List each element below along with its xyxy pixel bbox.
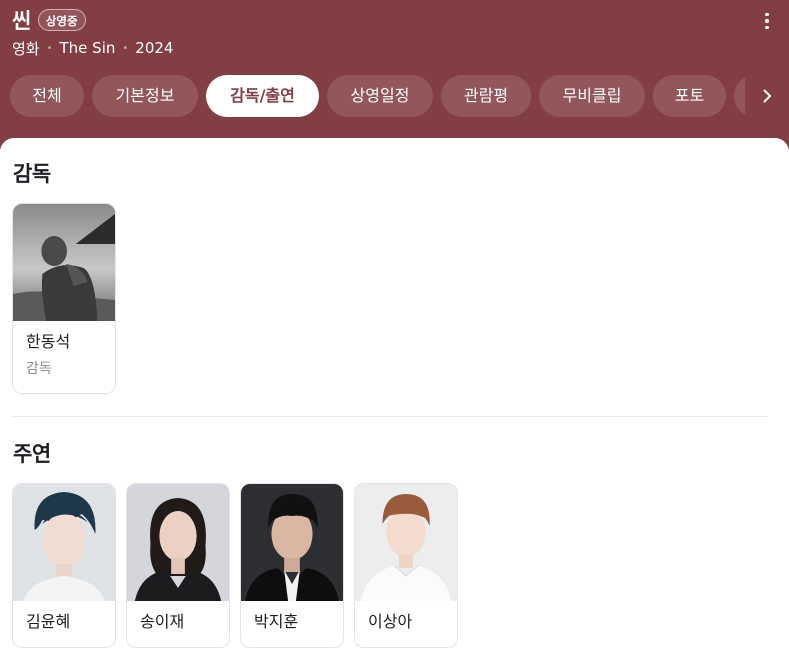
cast-section-title: 주연 <box>13 442 51 466</box>
person-card[interactable]: 박지훈 <box>240 483 344 648</box>
cast-photo <box>355 484 457 601</box>
movie-title: 씬 <box>12 9 31 33</box>
person-name: 이상아 <box>368 612 413 631</box>
director-photo <box>13 204 115 321</box>
person-name: 박지훈 <box>254 612 299 631</box>
tabs-scroll-right-button[interactable] <box>745 75 789 117</box>
movie-english-title: The Sin <box>59 39 116 57</box>
tab-showtimes[interactable]: 상영일정 <box>327 75 433 117</box>
director-section-title: 감독 <box>13 162 51 186</box>
movie-meta: 영화 • The Sin • 2024 <box>12 37 173 59</box>
meta-separator: • <box>122 42 129 54</box>
tab-movie-clips[interactable]: 무비클립 <box>539 75 645 117</box>
person-card[interactable]: 이상아 <box>354 483 458 648</box>
status-badge: 상영중 <box>37 9 86 31</box>
person-name: 한동석 <box>26 332 71 351</box>
more-options-icon[interactable] <box>759 10 775 32</box>
person-role: 감독 <box>26 361 52 377</box>
tab-photos[interactable]: 포토 <box>653 75 726 117</box>
person-card[interactable]: 김윤혜 <box>12 483 116 648</box>
cast-photo <box>13 484 115 601</box>
section-divider <box>12 416 768 417</box>
title-row: 씬 상영중 <box>12 6 86 34</box>
tab-reviews[interactable]: 관람평 <box>441 75 531 117</box>
tab-bar: 전체 기본정보 감독/출연 상영일정 관람평 무비클립 포토 <box>10 75 789 117</box>
person-card[interactable]: 송이재 <box>126 483 230 648</box>
tab-director-cast[interactable]: 감독/출연 <box>206 75 319 117</box>
cast-photo <box>241 484 343 601</box>
person-name: 송이재 <box>140 612 185 631</box>
movie-category: 영화 <box>12 39 40 58</box>
person-card[interactable]: 한동석 감독 <box>12 203 116 394</box>
cast-photo <box>127 484 229 601</box>
director-list: 한동석 감독 <box>12 203 116 394</box>
cast-list: 김윤혜 송이재 박지훈 이상아 <box>12 483 458 648</box>
movie-year: 2024 <box>135 39 174 57</box>
tab-all[interactable]: 전체 <box>10 75 84 117</box>
tab-basic-info[interactable]: 기본정보 <box>92 75 198 117</box>
person-name: 김윤혜 <box>26 612 71 631</box>
movie-header: 씬 상영중 영화 • The Sin • 2024 전체 기본정보 감독/출연 … <box>0 0 789 150</box>
content-sheet: 감독 한동석 감독 주연 김윤혜 송이재 박지훈 이상아 <box>0 138 789 651</box>
chevron-right-icon <box>763 89 771 103</box>
meta-separator: • <box>46 42 53 54</box>
